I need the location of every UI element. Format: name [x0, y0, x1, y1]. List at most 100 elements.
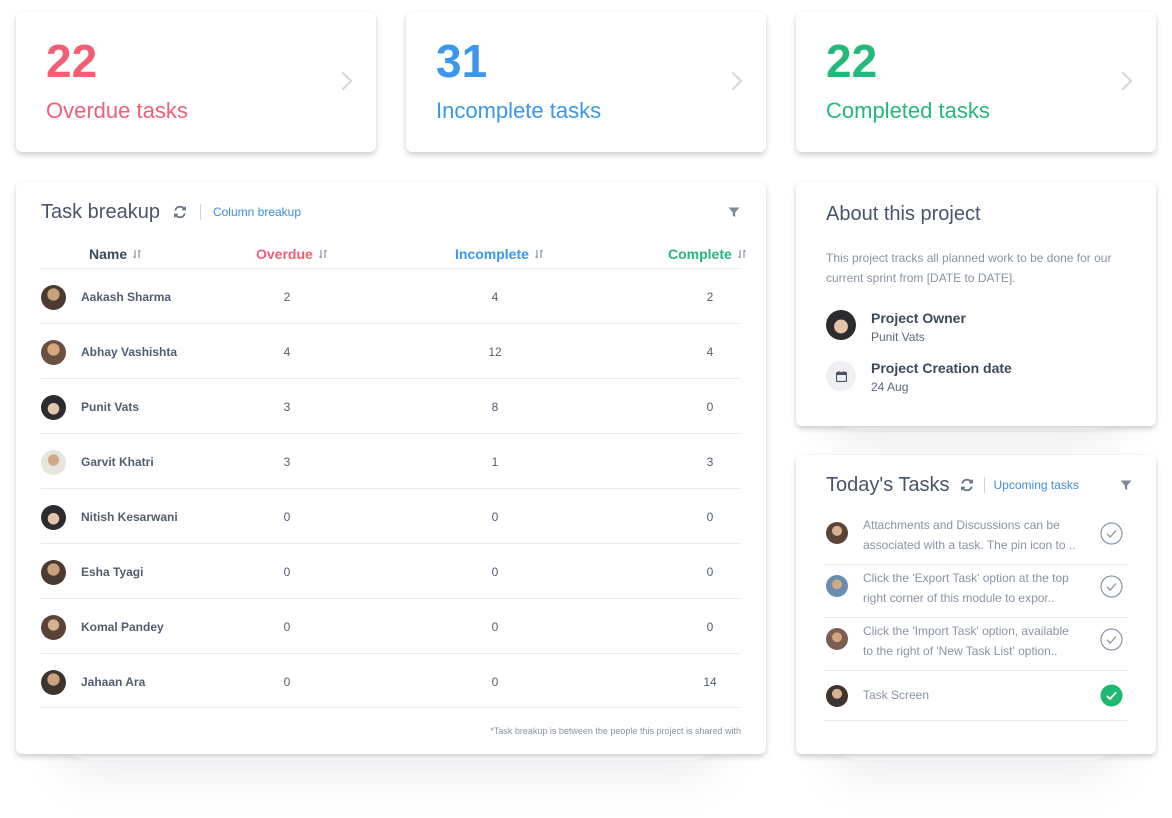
incomplete-header-label: Incomplete	[455, 246, 529, 262]
table-row[interactable]: Garvit Khatri 3 1 3	[41, 433, 741, 488]
avatar	[826, 628, 848, 650]
overdue-stat-card[interactable]: 22 Overdue tasks	[16, 12, 376, 152]
task-text: Click the 'Export Task' option at the to…	[863, 568, 1088, 608]
row-incomplete: 12	[488, 345, 502, 359]
sort-icon[interactable]	[318, 249, 327, 259]
table-row[interactable]: Jahaan Ara 0 0 14	[41, 653, 741, 708]
breakup-footnote: *Task breakup is between the people this…	[490, 726, 741, 736]
check-circle-icon[interactable]	[1100, 522, 1123, 545]
task-item[interactable]: Click the 'Export Task' option at the to…	[824, 565, 1127, 618]
row-overdue: 3	[283, 455, 291, 469]
task-item[interactable]: Task Screen	[824, 671, 1127, 721]
column-breakup-link[interactable]: Column breakup	[213, 205, 301, 219]
check-circle-icon[interactable]	[1100, 575, 1123, 598]
task-text-line: associated with a task. The pin icon to …	[863, 538, 1076, 552]
task-breakup-panel: Task breakup Column breakup Name Overdue…	[16, 182, 766, 754]
name-header-label: Name	[89, 246, 128, 262]
row-complete: 0	[706, 510, 714, 524]
filter-icon[interactable]	[728, 207, 740, 218]
owner-name[interactable]: Punit Vats	[871, 330, 966, 344]
avatar	[41, 395, 66, 420]
row-complete: 14	[703, 675, 717, 689]
incomplete-stat-card[interactable]: 31 Incomplete tasks	[406, 12, 766, 152]
incomplete-label: Incomplete tasks	[436, 98, 602, 123]
row-complete: 3	[706, 455, 714, 469]
task-text-line: Task Screen	[863, 688, 930, 702]
task-text: Click the 'Import Task' option, availabl…	[863, 621, 1088, 661]
table-row[interactable]: Punit Vats 3 8 0	[41, 378, 741, 433]
filter-icon[interactable]	[1120, 480, 1132, 491]
row-name: Nitish Kesarwani	[81, 510, 178, 524]
table-row[interactable]: Komal Pandey 0 0 0	[41, 598, 741, 653]
table-row[interactable]: Esha Tyagi 0 0 0	[41, 543, 741, 598]
row-incomplete: 1	[491, 455, 499, 469]
row-incomplete: 8	[491, 400, 499, 414]
owner-label: Project Owner	[871, 310, 966, 326]
check-circle-icon[interactable]	[1100, 628, 1123, 651]
row-incomplete: 0	[491, 620, 499, 634]
sort-icon[interactable]	[133, 249, 142, 259]
avatar	[41, 505, 66, 530]
row-overdue: 2	[283, 290, 291, 304]
avatar	[41, 340, 66, 365]
row-complete: 0	[706, 565, 714, 579]
calendar-icon	[826, 361, 856, 391]
row-overdue: 0	[283, 510, 291, 524]
table-row[interactable]: Aakash Sharma 2 4 2	[41, 268, 741, 323]
incomplete-column-header[interactable]: Incomplete	[455, 246, 543, 262]
task-item[interactable]: Attachments and Discussions can be assoc…	[824, 512, 1127, 565]
row-name: Abhay Vashishta	[81, 345, 178, 359]
check-circle-filled-icon[interactable]	[1100, 684, 1123, 707]
chevron-right-icon[interactable]	[340, 70, 354, 92]
refresh-icon[interactable]	[959, 477, 975, 493]
incomplete-count: 31	[436, 35, 488, 87]
name-column-header[interactable]: Name	[89, 246, 142, 262]
sort-icon[interactable]	[534, 249, 543, 259]
overdue-label: Overdue tasks	[46, 98, 188, 123]
task-text-line: Attachments and Discussions can be	[863, 518, 1060, 532]
row-overdue: 0	[283, 675, 291, 689]
refresh-icon[interactable]	[172, 204, 188, 220]
date-label: Project Creation date	[871, 360, 1012, 376]
row-incomplete: 4	[491, 290, 499, 304]
task-breakup-title: Task breakup	[41, 201, 160, 223]
about-project-panel: About this project This project tracks a…	[796, 182, 1156, 426]
table-row[interactable]: Nitish Kesarwani 0 0 0	[41, 488, 741, 543]
chevron-right-icon[interactable]	[1120, 70, 1134, 92]
table-row[interactable]: Abhay Vashishta 4 12 4	[41, 323, 741, 378]
row-name: Punit Vats	[81, 400, 140, 414]
task-text-line: Click the 'Export Task' option at the to…	[863, 571, 1069, 585]
row-complete: 0	[706, 620, 714, 634]
row-overdue: 3	[283, 400, 291, 414]
row-complete: 0	[706, 400, 714, 414]
chevron-right-icon[interactable]	[730, 70, 744, 92]
avatar	[41, 615, 66, 640]
sort-icon[interactable]	[737, 249, 746, 259]
avatar	[41, 450, 66, 475]
avatar	[826, 685, 848, 707]
row-overdue: 0	[283, 620, 291, 634]
owner-avatar	[826, 310, 856, 340]
upcoming-tasks-link[interactable]: Upcoming tasks	[994, 478, 1079, 492]
complete-column-header[interactable]: Complete	[668, 246, 746, 262]
task-item[interactable]: Click the 'Import Task' option, availabl…	[824, 618, 1127, 671]
avatar	[41, 285, 66, 310]
row-incomplete: 0	[491, 510, 499, 524]
row-incomplete: 0	[491, 565, 499, 579]
project-owner: Project Owner Punit Vats	[871, 310, 966, 344]
completed-stat-card[interactable]: 22 Completed tasks	[796, 12, 1156, 152]
avatar	[41, 670, 66, 695]
row-overdue: 4	[283, 345, 291, 359]
row-name: Garvit Khatri	[81, 455, 154, 469]
todays-tasks-panel: Today's Tasks Upcoming tasks Attachments…	[796, 455, 1156, 754]
task-text-line: Click the 'Import Task' option, availabl…	[863, 624, 1069, 638]
overdue-column-header[interactable]: Overdue	[256, 246, 327, 262]
overdue-count: 22	[46, 35, 98, 87]
task-text: Task Screen	[863, 685, 1088, 705]
row-name: Aakash Sharma	[81, 290, 172, 304]
row-name: Komal Pandey	[81, 620, 164, 634]
row-name: Jahaan Ara	[81, 675, 146, 689]
overdue-header-label: Overdue	[256, 246, 313, 262]
todays-tasks-title: Today's Tasks	[826, 474, 950, 496]
row-complete: 2	[706, 290, 714, 304]
